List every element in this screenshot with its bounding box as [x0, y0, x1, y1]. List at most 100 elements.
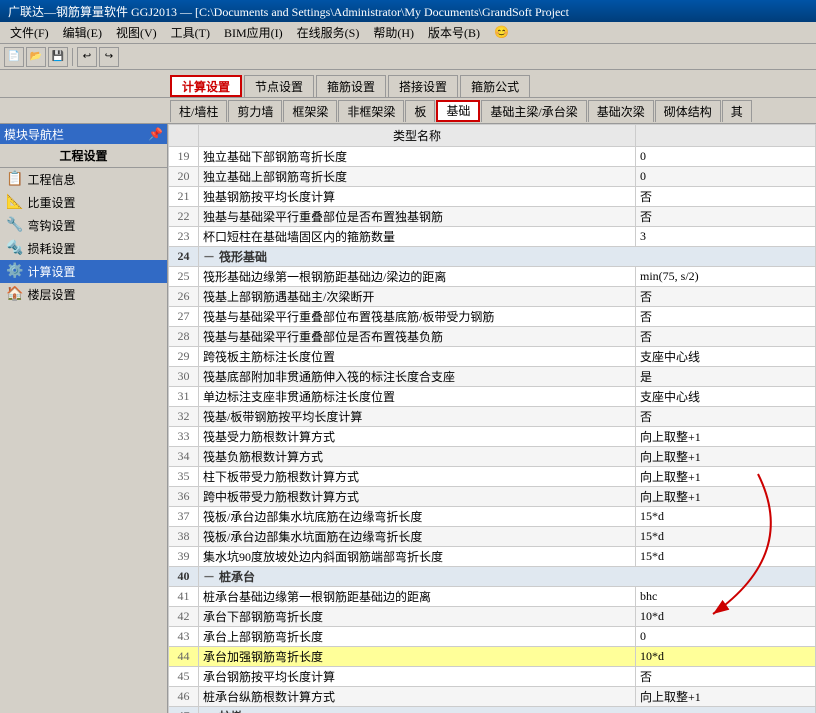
row-value[interactable]: 否	[636, 327, 816, 347]
row-num: 25	[169, 267, 199, 287]
tab-stirrup-settings[interactable]: 箍筋设置	[316, 75, 386, 97]
table-row[interactable]: 44 承台加强钢筋弯折长度 10*d	[169, 647, 816, 667]
menu-bim[interactable]: BIM应用(I)	[218, 22, 289, 43]
row-value[interactable]: 否	[636, 187, 816, 207]
menu-emoji[interactable]: 😊	[488, 23, 515, 42]
sidebar-label-floor: 楼层设置	[27, 286, 75, 303]
cat-tab-column[interactable]: 柱/墙柱	[170, 100, 227, 122]
row-value[interactable]: 向上取整+1	[636, 487, 816, 507]
row-name: 跨筏板主筋标注长度位置	[199, 347, 636, 367]
table-row[interactable]: 19 独立基础下部钢筋弯折长度 0	[169, 147, 816, 167]
row-value[interactable]: 否	[636, 407, 816, 427]
sidebar-item-floor[interactable]: 🏠 楼层设置	[0, 283, 167, 306]
menu-online[interactable]: 在线服务(S)	[291, 22, 366, 43]
sidebar-item-loss[interactable]: 🔩 损耗设置	[0, 237, 167, 260]
row-value[interactable]: 是	[636, 367, 816, 387]
row-value[interactable]: 支座中心线	[636, 387, 816, 407]
toolbar-undo[interactable]: ↩	[77, 47, 97, 67]
row-value[interactable]: 10*d	[636, 607, 816, 627]
toolbar-redo[interactable]: ↪	[99, 47, 119, 67]
sidebar-pin-icon[interactable]: 📌	[148, 127, 163, 142]
table-row[interactable]: 46 桩承台纵筋根数计算方式 向上取整+1	[169, 687, 816, 707]
sidebar-header-label: 模块导航栏	[4, 126, 64, 143]
menu-file[interactable]: 文件(F)	[4, 22, 55, 43]
cat-tab-other[interactable]: 其	[722, 100, 752, 122]
table-row[interactable]: 29 跨筏板主筋标注长度位置 支座中心线	[169, 347, 816, 367]
cat-tab-slab[interactable]: 板	[405, 100, 435, 122]
table-row[interactable]: 37 筏板/承台边部集水坑底筋在边缘弯折长度 15*d	[169, 507, 816, 527]
row-value[interactable]: 向上取整+1	[636, 687, 816, 707]
toolbar-open[interactable]: 📂	[26, 47, 46, 67]
table-row[interactable]: 35 柱下板带受力筋根数计算方式 向上取整+1	[169, 467, 816, 487]
menu-edit[interactable]: 编辑(E)	[57, 22, 108, 43]
cat-tab-masonry[interactable]: 砌体结构	[655, 100, 721, 122]
sidebar-item-density[interactable]: 📐 比重设置	[0, 191, 167, 214]
cat-tab-foundation[interactable]: 基础	[436, 100, 480, 122]
table-row[interactable]: 25 筏形基础边缘第一根钢筋距基础边/梁边的距离 min(75, s/2)	[169, 267, 816, 287]
row-value[interactable]: 15*d	[636, 507, 816, 527]
row-name: 筏基与基础梁平行重叠部位布置筏基底筋/板带受力钢筋	[199, 307, 636, 327]
row-value[interactable]: 否	[636, 287, 816, 307]
tab-calc-settings[interactable]: 计算设置	[170, 75, 242, 97]
sidebar-item-project-info[interactable]: 📋 工程信息	[0, 168, 167, 191]
table-row[interactable]: 23 杯口短柱在基础墙固区内的箍筋数量 3	[169, 227, 816, 247]
menu-view[interactable]: 视图(V)	[110, 22, 163, 43]
row-value[interactable]: 否	[636, 667, 816, 687]
sidebar-item-hook[interactable]: 🔧 弯钩设置	[0, 214, 167, 237]
row-value[interactable]: 0	[636, 147, 816, 167]
cat-tab-framebeam[interactable]: 框架梁	[283, 100, 337, 122]
toolbar-save[interactable]: 💾	[48, 47, 68, 67]
row-name: 承台下部钢筋弯折长度	[199, 607, 636, 627]
row-value[interactable]: 0	[636, 167, 816, 187]
table-row[interactable]: 43 承台上部钢筋弯折长度 0	[169, 627, 816, 647]
menu-version[interactable]: 版本号(B)	[422, 22, 486, 43]
table-row[interactable]: 28 筏基与基础梁平行重叠部位是否布置筏基负筋 否	[169, 327, 816, 347]
row-value[interactable]: 向上取整+1	[636, 427, 816, 447]
tab-node-settings[interactable]: 节点设置	[244, 75, 314, 97]
table-row[interactable]: 27 筏基与基础梁平行重叠部位布置筏基底筋/板带受力钢筋 否	[169, 307, 816, 327]
menu-tools[interactable]: 工具(T)	[165, 22, 216, 43]
row-value[interactable]: 15*d	[636, 527, 816, 547]
table-row[interactable]: 24 －筏形基础	[169, 247, 816, 267]
table-row[interactable]: 39 集水坑90度放坡处边内斜面钢筋端部弯折长度 15*d	[169, 547, 816, 567]
row-value[interactable]: 向上取整+1	[636, 447, 816, 467]
row-value[interactable]: 向上取整+1	[636, 467, 816, 487]
row-value[interactable]: 3	[636, 227, 816, 247]
table-row[interactable]: 38 筏板/承台边部集水坑面筋在边缘弯折长度 15*d	[169, 527, 816, 547]
table-row[interactable]: 20 独立基础上部钢筋弯折长度 0	[169, 167, 816, 187]
cat-tab-nonframebeam[interactable]: 非框架梁	[338, 100, 404, 122]
row-value[interactable]: 否	[636, 207, 816, 227]
table-row[interactable]: 42 承台下部钢筋弯折长度 10*d	[169, 607, 816, 627]
cat-tab-foundbeam[interactable]: 基础主梁/承台梁	[481, 100, 586, 122]
table-row[interactable]: 33 筏基受力筋根数计算方式 向上取整+1	[169, 427, 816, 447]
row-value[interactable]: 否	[636, 307, 816, 327]
menu-help[interactable]: 帮助(H)	[367, 22, 420, 43]
table-row[interactable]: 30 筏基底部附加非贯通筋伸入筏的标注长度合支座 是	[169, 367, 816, 387]
table-row[interactable]: 32 筏基/板带钢筋按平均长度计算 否	[169, 407, 816, 427]
tab-stirrup-formula[interactable]: 箍筋公式	[460, 75, 530, 97]
table-row[interactable]: 41 桩承台基础边缘第一根钢筋距基础边的距离 bhc	[169, 587, 816, 607]
table-row[interactable]: 31 单边标注支座非贯通筋标注长度位置 支座中心线	[169, 387, 816, 407]
row-value[interactable]: 支座中心线	[636, 347, 816, 367]
sidebar-header: 模块导航栏 📌	[0, 124, 167, 144]
cat-tab-secbeam[interactable]: 基础次梁	[588, 100, 654, 122]
toolbar-new[interactable]: 📄	[4, 47, 24, 67]
table-row[interactable]: 47 －柱墩	[169, 707, 816, 713]
row-value[interactable]: 10*d	[636, 647, 816, 667]
table-row[interactable]: 21 独基钢筋按平均长度计算 否	[169, 187, 816, 207]
row-value[interactable]: min(75, s/2)	[636, 267, 816, 287]
row-value[interactable]: bhc	[636, 587, 816, 607]
table-row[interactable]: 26 筏基上部钢筋遇基础主/次梁断开 否	[169, 287, 816, 307]
table-row[interactable]: 22 独基与基础梁平行重叠部位是否布置独基钢筋 否	[169, 207, 816, 227]
row-value[interactable]: 0	[636, 627, 816, 647]
table-row[interactable]: 40 －桩承台	[169, 567, 816, 587]
tab-splice-settings[interactable]: 搭接设置	[388, 75, 458, 97]
cat-tab-shearwall[interactable]: 剪力墙	[228, 100, 282, 122]
table-scroll[interactable]: 类型名称 19 独立基础下部钢筋弯折长度 0 20 独立基础上部钢筋弯折长度 0…	[168, 124, 816, 713]
table-row[interactable]: 34 筏基负筋根数计算方式 向上取整+1	[169, 447, 816, 467]
table-row[interactable]: 36 跨中板带受力筋根数计算方式 向上取整+1	[169, 487, 816, 507]
table-row[interactable]: 45 承台钢筋按平均长度计算 否	[169, 667, 816, 687]
sidebar-item-calc[interactable]: ⚙️ 计算设置	[0, 260, 167, 283]
row-name: 筏基/板带钢筋按平均长度计算	[199, 407, 636, 427]
row-value[interactable]: 15*d	[636, 547, 816, 567]
